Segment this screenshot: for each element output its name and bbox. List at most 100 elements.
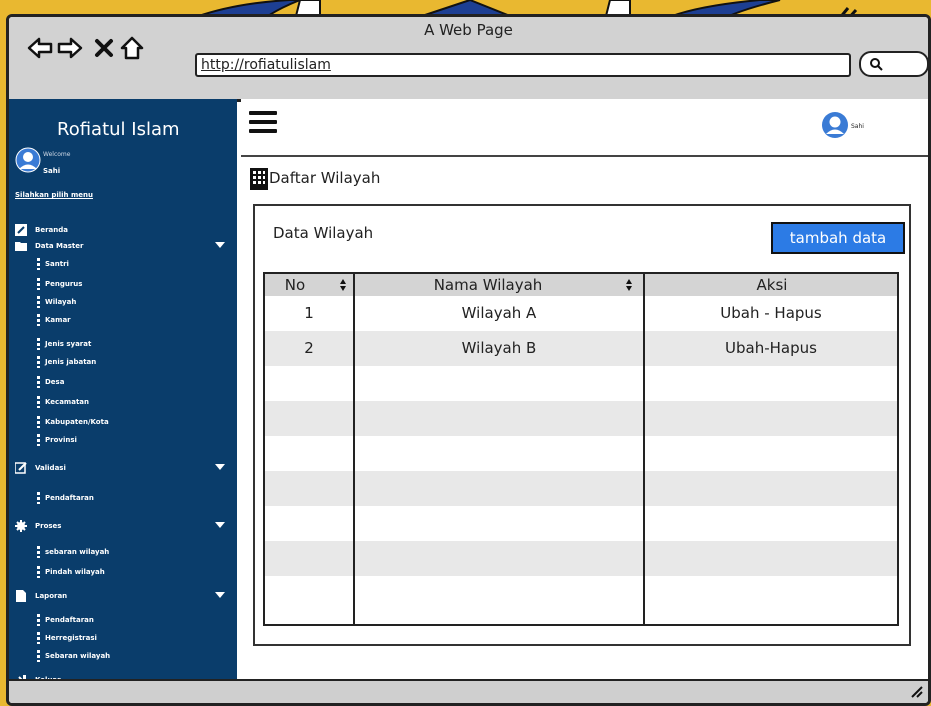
column-header-nama-wilayah[interactable]: Nama Wilayah [357,274,619,296]
table-row [265,436,897,471]
sidebar-item[interactable]: Pengurus [9,277,237,291]
table-cell: 2 [304,339,314,357]
sidebar-item[interactable]: Kabupaten/Kota [9,415,237,429]
table-cell: 1 [304,304,314,322]
table-row [265,506,897,541]
browser-titlebar: A Web Page http://rofiatulislam [9,17,928,102]
pencil-icon [15,224,27,236]
sidebar-item[interactable]: Sebaran wilayah [9,649,237,663]
page-title: Daftar Wilayah [269,169,381,187]
edit-icon [14,462,27,474]
url-bar[interactable]: http://rofiatulislam [195,53,851,77]
bullet-icon [37,416,40,428]
bullet-icon [37,614,40,626]
sidebar-item[interactable]: Proses [9,519,237,533]
user-avatar-icon[interactable] [821,111,849,139]
add-data-button[interactable]: tambah data [771,222,905,254]
table-header: No Nama Wilayah Aksi [265,274,897,296]
sidebar-username: Sahi [43,167,61,175]
welcome-text: Welcome [43,151,71,158]
sidebar-item[interactable]: Kecamatan [9,395,237,409]
sidebar-item[interactable]: Herregistrasi [9,631,237,645]
home-icon[interactable] [119,35,145,61]
bullet-icon [37,338,40,350]
column-divider [643,274,645,624]
table-row [265,576,897,611]
browser-search-field[interactable] [859,51,928,77]
user-avatar-icon [15,147,41,173]
status-bar [9,679,928,703]
sort-icon[interactable] [625,278,633,292]
sidebar-item-label: Kamar [45,316,71,324]
table-cell: Wilayah B [461,339,537,357]
sort-icon[interactable] [339,278,347,292]
forward-arrow-icon[interactable] [57,35,83,61]
sidebar-item-label: Jenis syarat [45,340,92,348]
sidebar-item-label: Beranda [35,226,68,234]
browser-window: A Web Page http://rofiatulislam Rofiatul… [6,14,931,706]
search-icon [870,58,883,71]
sidebar-item[interactable]: Desa [9,375,237,389]
sidebar-item[interactable]: Wilayah [9,295,237,309]
bullet-icon [37,546,40,558]
sidebar-item[interactable]: Beranda [9,223,237,237]
sidebar-item[interactable]: Validasi [9,461,237,475]
sidebar-item-label: Validasi [35,464,66,472]
region-table: No Nama Wilayah Aksi 1 Wilayah A Ubah - Ha… [263,272,899,626]
window-title: A Web Page [424,21,513,39]
caret-down-icon[interactable] [215,464,225,470]
sidebar-item-label: Laporan [35,592,68,600]
resize-handle-icon[interactable] [908,683,924,699]
topbar-username[interactable]: Sahi [851,123,864,130]
bullet-icon [37,632,40,644]
sidebar-item[interactable]: Provinsi [9,433,237,447]
sidebar: Rofiatul Islam Welcome Sahi Silahkan pil… [9,99,237,689]
hamburger-menu-icon[interactable] [249,111,277,133]
document-icon [15,590,27,602]
sidebar-item[interactable]: Data Master [9,239,237,253]
building-icon [250,168,268,190]
sidebar-item[interactable]: Jenis jabatan [9,355,237,369]
sidebar-item[interactable]: Pindah wilayah [9,565,237,579]
folder-icon [15,240,27,252]
sidebar-item[interactable]: Santri [9,257,237,271]
sidebar-item-label: Kecamatan [45,398,89,406]
sidebar-item[interactable]: Kamar [9,313,237,327]
table-row [265,401,897,436]
bullet-icon [37,258,40,270]
sidebar-item-label: Santri [45,260,69,268]
bullet-icon [37,314,40,326]
back-arrow-icon[interactable] [27,35,53,61]
sidebar-item-label: Proses [35,522,62,530]
menu-hint: Silahkan pilih menu [15,191,93,199]
sidebar-item-label: Jenis jabatan [45,358,97,366]
sidebar-item[interactable]: Pendaftaran [9,491,237,505]
card-title: Data Wilayah [273,224,374,242]
sidebar-item[interactable]: Laporan [9,589,237,603]
sidebar-item[interactable]: Pendaftaran [9,613,237,627]
sidebar-item[interactable]: sebaran wilayah [9,545,237,559]
bullet-icon [37,396,40,408]
caret-down-icon[interactable] [215,522,225,528]
bullet-icon [37,356,40,368]
sidebar-item-label: Pendaftaran [45,616,94,624]
sidebar-item-label: Desa [45,378,65,386]
sidebar-item-label: Pindah wilayah [45,568,105,576]
sidebar-item-label: Kabupaten/Kota [45,418,109,426]
bullet-icon [37,492,40,504]
column-header-no[interactable]: No [265,274,325,296]
data-card: Data Wilayah tambah data No Nama Wilayah… [253,204,911,646]
close-icon[interactable] [91,35,117,61]
row-actions[interactable]: Ubah - Hapus [645,296,897,331]
row-actions[interactable]: Ubah-Hapus [645,331,897,366]
sidebar-item[interactable]: Jenis syarat [9,337,237,351]
bullet-icon [37,296,40,308]
table-row [265,366,897,401]
brand-name: Rofiatul Islam [57,119,180,140]
sidebar-item-label: Pengurus [45,280,83,288]
sidebar-item-label: Pendaftaran [45,494,94,502]
sidebar-item-label: Sebaran wilayah [45,652,111,660]
table-row [265,471,897,506]
caret-down-icon[interactable] [215,592,225,598]
caret-down-icon[interactable] [215,242,225,248]
